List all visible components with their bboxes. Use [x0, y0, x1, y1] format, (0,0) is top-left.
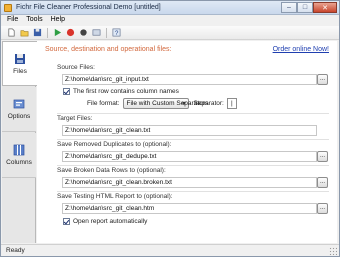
sidebar-item-columns[interactable]: Columns	[2, 133, 36, 178]
svg-text:?: ?	[114, 30, 118, 37]
divider	[57, 165, 329, 166]
html-report-input[interactable]: Z:\home\dan\src_git_clean.htm	[62, 203, 317, 214]
options-icon	[12, 98, 26, 110]
menu-bar: File Tools Help	[1, 15, 339, 25]
html-report-browse-button[interactable]: ...	[317, 203, 328, 214]
divider	[57, 113, 329, 114]
toolbar: ?	[1, 26, 339, 40]
sidebar-item-label: Columns	[6, 159, 32, 166]
settings-icon[interactable]	[90, 27, 102, 39]
sidebar-item-label: Options	[7, 113, 31, 120]
sidebar-item-label: Files	[13, 67, 27, 75]
broken-data-browse-button[interactable]: ...	[317, 177, 328, 188]
broken-data-input[interactable]: Z:\home\dan\src_git_clean.broken.txt	[62, 177, 317, 188]
file-format-label: File format:	[87, 100, 120, 107]
removed-duplicates-browse-button[interactable]: ...	[317, 151, 328, 162]
save-icon[interactable]	[31, 27, 43, 39]
resize-grip-icon[interactable]	[329, 247, 337, 255]
maximize-button[interactable]: □	[297, 2, 313, 13]
open-report-checkbox[interactable]: Open report automatically	[63, 218, 147, 225]
file-format-select[interactable]: File with Custom Separators	[122, 98, 208, 109]
sidebar: Files Options Columns	[2, 41, 37, 243]
new-file-icon[interactable]	[5, 27, 17, 39]
checkbox-label: Open report automatically	[73, 218, 148, 225]
help-icon[interactable]: ?	[110, 27, 122, 39]
file-format-value: File with Custom Separators	[126, 100, 209, 107]
status-bar: Ready	[1, 244, 339, 256]
app-icon	[4, 4, 12, 12]
toolbar-separator	[106, 27, 107, 38]
divider	[57, 191, 329, 192]
menu-help[interactable]: Help	[49, 15, 71, 25]
source-files-input[interactable]: Z:\home\dan\src_git_input.txt	[62, 74, 317, 85]
checkbox-box[interactable]	[63, 218, 70, 225]
html-report-label: Save Testing HTML Report to (optional):	[57, 193, 173, 200]
divider	[57, 139, 329, 140]
menu-file[interactable]: File	[5, 15, 24, 25]
checkbox-label: The first row contains column names	[73, 88, 179, 95]
minimize-button[interactable]: –	[281, 2, 297, 13]
close-button[interactable]: ✕	[313, 2, 337, 13]
source-files-browse-button[interactable]: ...	[317, 74, 328, 85]
separator-input[interactable]: |	[226, 98, 237, 109]
toolbar-separator	[47, 27, 48, 38]
files-panel: Source, destination and operational file…	[37, 41, 337, 243]
removed-duplicates-input[interactable]: Z:\home\dan\src_git_dedupe.txt	[62, 151, 317, 162]
window-title: Fichr File Cleaner Professional Demo [un…	[16, 4, 161, 11]
first-row-names-checkbox[interactable]: The first row contains column names	[63, 88, 179, 95]
checkbox-box[interactable]	[63, 88, 70, 95]
stop-icon[interactable]	[64, 27, 76, 39]
title-bar[interactable]: Fichr File Cleaner Professional Demo [un…	[1, 1, 339, 15]
run-icon[interactable]	[51, 27, 63, 39]
menu-tools[interactable]: Tools	[24, 15, 48, 25]
sidebar-item-options[interactable]: Options	[2, 87, 36, 132]
target-files-input[interactable]: Z:\home\dan\src_git_clean.txt	[62, 125, 317, 136]
file-format-row: File format: File with Custom Separators…	[87, 98, 237, 109]
columns-icon	[12, 144, 26, 156]
chevron-down-icon	[181, 102, 186, 105]
source-files-label: Source Files:	[57, 64, 95, 71]
window-controls: – □ ✕	[281, 2, 337, 13]
save-disk-icon	[13, 53, 27, 65]
order-online-link[interactable]: Order online Now!	[273, 46, 329, 53]
open-folder-icon[interactable]	[18, 27, 30, 39]
sidebar-item-files[interactable]: Files	[2, 41, 37, 86]
broken-data-label: Save Broken Data Rows to (optional):	[57, 167, 166, 174]
status-text: Ready	[6, 247, 25, 254]
section-title: Source, destination and operational file…	[45, 46, 172, 53]
target-files-label: Target Files:	[57, 115, 93, 122]
record-icon[interactable]	[77, 27, 89, 39]
removed-duplicates-label: Save Removed Duplicates to (optional):	[57, 141, 172, 148]
app-window: Fichr File Cleaner Professional Demo [un…	[0, 0, 340, 257]
